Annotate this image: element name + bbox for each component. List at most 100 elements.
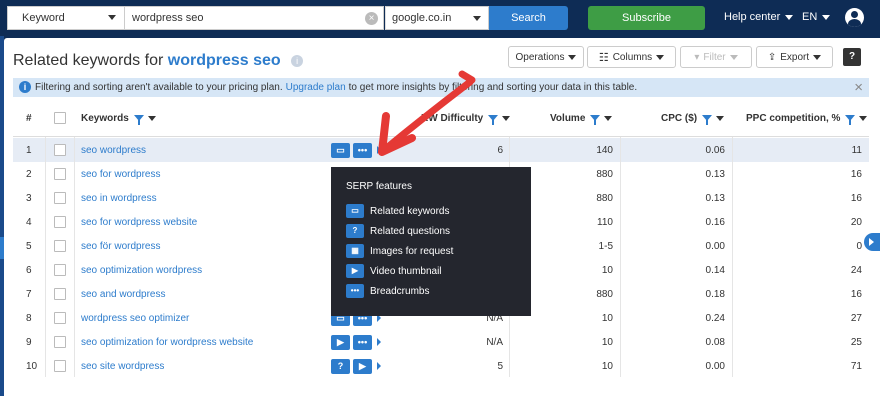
popup-item: ▶ Video thumbnail [346, 261, 516, 281]
scroll-right-button[interactable] [864, 233, 880, 251]
row-checkbox[interactable] [54, 354, 66, 378]
video-icon[interactable]: ▶ [353, 358, 372, 374]
keyword-link[interactable]: wordpress seo optimizer [81, 306, 189, 330]
language-menu[interactable]: EN [802, 11, 831, 23]
row-checkbox[interactable] [54, 258, 66, 282]
chevron-down-icon [473, 16, 481, 21]
row-checkbox[interactable] [54, 306, 66, 330]
ppc-value: 16 [850, 288, 862, 300]
close-icon[interactable]: × [854, 79, 863, 96]
help-button[interactable]: ? [843, 48, 861, 66]
row-index: 2 [26, 168, 32, 180]
row-checkbox[interactable] [54, 282, 66, 306]
row-checkbox[interactable] [54, 186, 66, 210]
chevron-down-icon[interactable] [502, 115, 511, 121]
info-icon: i [19, 81, 31, 93]
filter-icon[interactable] [133, 115, 144, 125]
table-row[interactable]: 10 seo site wordpress? ▶ 5 10 0.00 71 [13, 354, 869, 378]
questions-icon[interactable]: ? [331, 358, 350, 374]
help-center-menu[interactable]: Help center [724, 11, 794, 23]
row-checkbox[interactable] [54, 210, 66, 234]
search-input-value: wordpress seo [132, 12, 204, 24]
chevron-down-icon [568, 54, 577, 60]
search-button[interactable]: Search [489, 6, 568, 30]
divider [732, 137, 733, 377]
info-icon[interactable]: i [291, 54, 304, 67]
keyword-link[interactable]: seo and wordpress [81, 282, 166, 306]
col-keywords-label: Keywords [81, 112, 129, 124]
breadcrumbs-icon[interactable]: ••• [353, 142, 372, 158]
select-all-checkbox[interactable] [54, 99, 66, 137]
row-checkbox[interactable] [54, 234, 66, 258]
keyword-link[interactable]: seo wordpress [81, 138, 146, 162]
serp-features-cell[interactable]: ▭ ••• [331, 138, 381, 162]
filter-icon[interactable] [488, 115, 499, 125]
col-volume[interactable]: Volume [550, 99, 613, 137]
row-checkbox[interactable] [54, 330, 66, 354]
search-input[interactable]: wordpress seo × [125, 6, 384, 30]
ppc-value: 25 [850, 336, 862, 348]
keyword-link[interactable]: seo for wordpress [81, 162, 160, 186]
volume-value: 10 [601, 264, 613, 276]
database-select[interactable]: Keyword [7, 6, 125, 30]
chevron-down-icon [822, 14, 831, 20]
col-difficulty[interactable]: KW Difficulty [421, 99, 511, 137]
columns-button[interactable]: ☷ Columns [587, 46, 676, 68]
breadcrumbs-icon[interactable]: ••• [353, 334, 372, 350]
filter-icon[interactable] [702, 115, 713, 125]
upgrade-plan-link[interactable]: Upgrade plan [286, 82, 346, 93]
chevron-down-icon[interactable] [859, 115, 868, 121]
chevron-down-icon [108, 15, 116, 20]
keyword-link[interactable]: seo for wordpress website [81, 210, 197, 234]
avatar[interactable] [845, 8, 864, 27]
ppc-value: 24 [850, 264, 862, 276]
col-ppc[interactable]: PPC competition, % [746, 99, 868, 137]
caret-right-icon[interactable] [377, 146, 381, 154]
filter-icon[interactable] [845, 115, 856, 125]
domain-select-value: google.co.in [392, 12, 452, 24]
popup-item-label: Video thumbnail [370, 265, 442, 277]
clear-icon[interactable]: × [365, 12, 378, 25]
columns-label: Columns [612, 51, 653, 63]
serp-features-cell[interactable]: ▶ ••• [331, 330, 381, 354]
chevron-down-icon[interactable] [716, 115, 725, 121]
video-icon: ▶ [346, 264, 364, 278]
row-checkbox[interactable] [54, 138, 66, 162]
cpc-value: 0.06 [705, 144, 725, 156]
ppc-value: 11 [851, 144, 862, 156]
keyword-link[interactable]: seo för wordpress [81, 234, 160, 258]
keyword-link[interactable]: seo in wordpress [81, 186, 157, 210]
cpc-value: 0.16 [705, 216, 725, 228]
filter-icon[interactable] [590, 115, 601, 125]
row-checkbox[interactable] [54, 162, 66, 186]
page-title-prefix: Related keywords for [13, 52, 164, 69]
caret-right-icon[interactable] [377, 362, 381, 370]
video-icon[interactable]: ▶ [331, 334, 350, 350]
question-icon: ? [346, 224, 364, 238]
related-icon[interactable]: ▭ [331, 142, 350, 158]
volume-value: 10 [601, 360, 613, 372]
keyword-link[interactable]: seo optimization for wordpress website [81, 330, 253, 354]
col-keywords[interactable]: Keywords [81, 99, 156, 137]
row-index: 7 [26, 288, 32, 300]
export-button[interactable]: ⇪ Export [756, 46, 833, 68]
col-cpc[interactable]: CPC ($) [661, 99, 725, 137]
caret-right-icon[interactable] [377, 338, 381, 346]
keyword-link[interactable]: seo optimization wordpress [81, 258, 202, 282]
volume-value: 1-5 [598, 240, 613, 252]
domain-select[interactable]: google.co.in [385, 6, 489, 30]
chevron-down-icon [729, 54, 738, 60]
filter-label: Filter [703, 51, 726, 63]
keyword-link[interactable]: seo site wordpress [81, 354, 164, 378]
chevron-down-icon[interactable] [147, 115, 156, 121]
subscribe-button[interactable]: Subscribe [588, 6, 705, 30]
col-difficulty-label: KW Difficulty [421, 112, 484, 124]
table-row[interactable]: 1 seo wordpress ▭ ••• 6 140 0.06 11 [13, 138, 869, 162]
page-title-query: wordpress seo [167, 52, 281, 69]
filter-button[interactable]: ▾ Filter [680, 46, 752, 68]
chevron-down-icon[interactable] [604, 115, 613, 121]
table-row[interactable]: 9 seo optimization for wordpress website ▶… [13, 330, 869, 354]
serp-features-cell[interactable]: ? ▶ [331, 354, 381, 378]
operations-button[interactable]: Operations [508, 46, 584, 68]
volume-value: 880 [596, 192, 613, 204]
